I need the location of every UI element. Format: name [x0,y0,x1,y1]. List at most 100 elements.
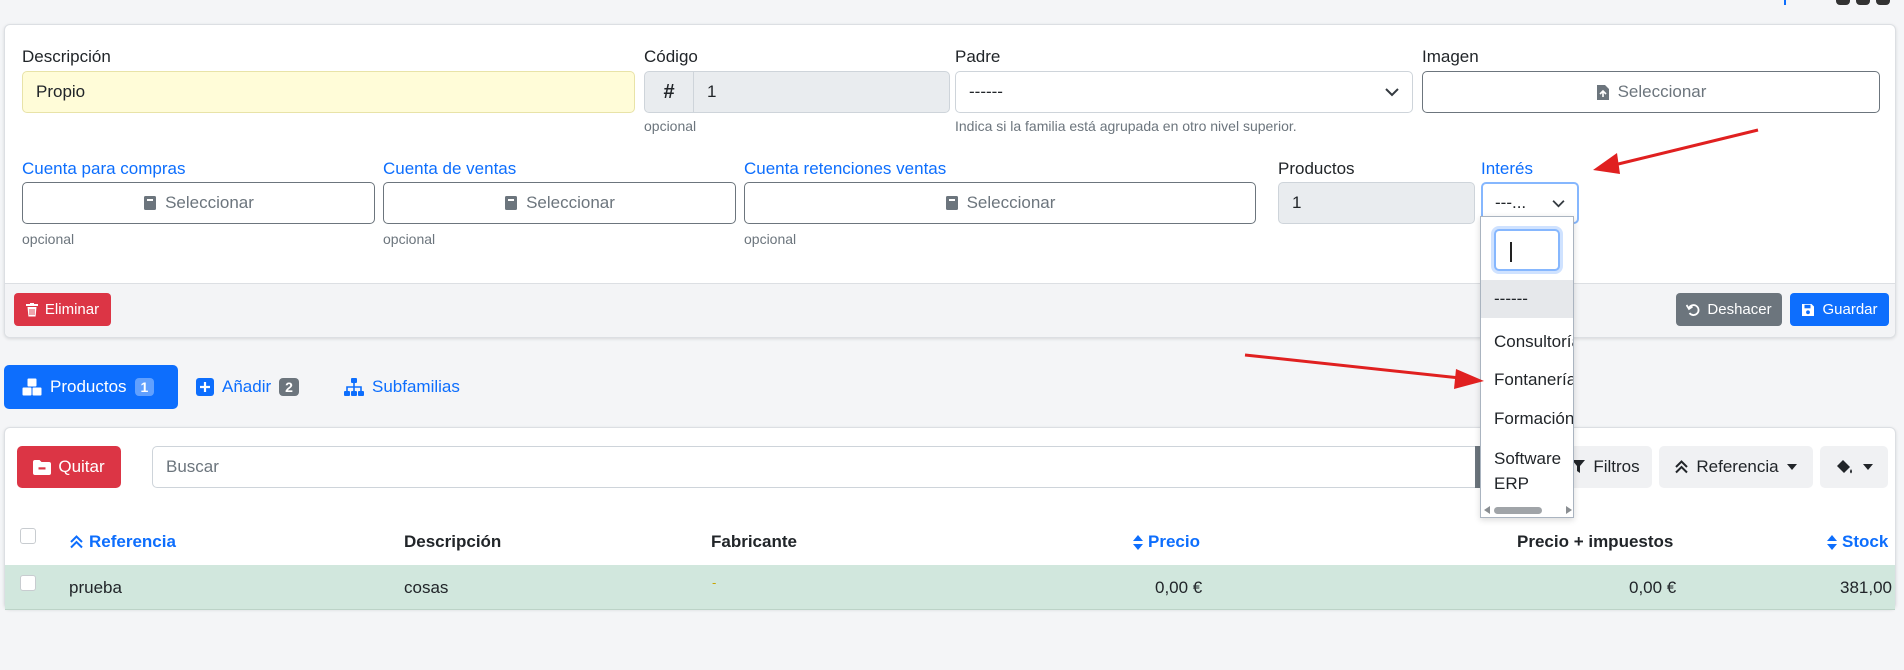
caret-down-icon [1786,464,1797,470]
annotation-arrow-icon [1244,353,1484,389]
codigo-label: Código [644,47,698,66]
dropdown-option[interactable]: Consultoría [1481,323,1573,361]
cell-fabricante: - [712,575,717,590]
scroll-thumb[interactable] [1494,507,1542,514]
filter-icon [1572,460,1586,473]
scroll-left-icon[interactable] [1484,506,1490,514]
productos-input: 1 [1278,182,1475,224]
color-fill-button[interactable] [1820,446,1888,488]
cuenta-compras-link[interactable]: Cuenta para compras [22,159,185,179]
tab-anadir-label: Añadir [222,377,272,396]
tab-productos-label: Productos [50,377,127,396]
cuenta-ventas-link[interactable]: Cuenta de ventas [383,159,516,179]
guardar-label: Guardar [1822,301,1878,318]
productos-label: Productos [1278,159,1355,178]
cuenta-ventas-help: opcional [383,231,436,247]
col-referencia[interactable]: Referencia [70,532,176,552]
quitar-button[interactable]: Quitar [17,446,121,488]
interes-link[interactable]: Interés [1481,159,1533,179]
col-precio[interactable]: Precio [1133,532,1200,552]
eliminar-button[interactable]: Eliminar [14,293,111,326]
top-right-dots-icon[interactable] [1836,0,1896,5]
tab-productos-badge: 1 [134,378,155,396]
referencia-sort-button[interactable]: Referencia [1659,446,1813,488]
text-caret [1510,242,1512,262]
chevron-down-icon [1552,199,1565,207]
deshacer-button[interactable]: Deshacer [1676,293,1782,326]
cuenta-retenciones-button-label: Seleccionar [966,193,1056,212]
imagen-label: Imagen [1422,47,1479,66]
boxes-icon [22,378,42,396]
book-icon [144,196,157,210]
dropdown-horizontal-scrollbar[interactable] [1481,503,1573,517]
padre-select[interactable]: ------ [955,71,1413,113]
table-row[interactable]: prueba cosas - 0,00 € 0,00 € 381,00 [5,565,1895,610]
deshacer-label: Deshacer [1707,301,1772,318]
double-chevron-up-icon [70,535,83,549]
imagen-button-label: Seleccionar [1617,82,1707,101]
padre-value: ------ [969,82,1003,101]
cuenta-retenciones-link[interactable]: Cuenta retenciones ventas [744,159,946,179]
col-fabricante[interactable]: Fabricante [711,532,797,552]
cell-stock: 381,00 [1840,578,1892,597]
caret-down-icon [1863,464,1873,470]
eliminar-label: Eliminar [44,301,100,318]
cuenta-ventas-button[interactable]: Seleccionar [383,182,736,224]
tab-productos[interactable]: Productos 1 [4,365,178,409]
guardar-button[interactable]: Guardar [1790,293,1889,326]
double-chevron-up-icon [1675,460,1689,474]
interes-dropdown[interactable]: ------ Consultoría Fontanería Formación … [1480,216,1574,518]
card-footer: Eliminar Deshacer Guardar [5,283,1895,337]
col-stock[interactable]: Stock [1827,532,1888,552]
cuenta-ventas-button-label: Seleccionar [526,193,615,212]
descripcion-input[interactable]: Propio [22,71,635,113]
family-edit-card: Descripción Propio Código # 1 opcional P… [4,24,1896,338]
file-upload-icon [1596,84,1609,100]
cuenta-compras-help: opcional [22,231,75,247]
cuenta-compras-button[interactable]: Seleccionar [22,182,375,224]
tab-subfamilias[interactable]: Subfamilias [326,365,478,409]
dropdown-option[interactable]: Formación [1481,400,1573,438]
tab-anadir[interactable]: Añadir 2 [178,365,317,409]
filtros-label: Filtros [1593,457,1640,476]
products-list-card: Quitar Buscar Filtros Referencia Referen… [4,427,1896,610]
codigo-help: opcional [644,118,697,134]
cell-descripcion: cosas [404,578,449,597]
col-descripcion[interactable]: Descripción [404,532,501,552]
descripcion-label: Descripción [22,47,111,66]
col-precio-impuestos[interactable]: Precio + impuestos [1517,532,1673,552]
undo-icon [1686,303,1700,316]
referencia-sort-label: Referencia [1696,457,1779,476]
book-icon [945,196,958,210]
padre-help: Indica si la familia está agrupada en ot… [955,118,1297,134]
codigo-input[interactable]: 1 [693,71,950,113]
dropdown-option[interactable]: Software ERP [1481,446,1561,496]
codigo-value: 1 [707,82,717,101]
productos-value: 1 [1292,193,1302,212]
cuenta-retenciones-button[interactable]: Seleccionar [744,182,1256,224]
folder-minus-icon [33,459,52,475]
paint-bucket-icon [1837,460,1852,474]
tab-anadir-badge: 2 [279,378,299,396]
col-stock-label: Stock [1842,532,1889,551]
col-precio-label: Precio [1148,532,1200,551]
hash-icon: # [644,71,694,113]
dropdown-option[interactable]: ------ [1481,280,1573,318]
dropdown-search-input[interactable] [1494,229,1560,271]
select-all-checkbox[interactable] [20,528,36,544]
scroll-right-icon[interactable] [1566,506,1572,514]
padre-label: Padre [955,47,1001,66]
plus-square-icon [196,378,214,396]
row-checkbox[interactable] [20,575,36,591]
search-input[interactable]: Buscar [152,446,1482,488]
imagen-select-button[interactable]: Seleccionar [1422,71,1880,113]
chevron-down-icon [1385,88,1399,97]
save-icon [1802,303,1815,316]
interes-value: ---... [1495,193,1527,212]
cuenta-compras-button-label: Seleccionar [165,193,254,212]
cell-referencia: prueba [69,578,122,597]
quitar-label: Quitar [58,457,105,476]
cell-precio: 0,00 € [1155,578,1203,597]
dropdown-option[interactable]: Fontanería [1481,361,1573,399]
search-placeholder: Buscar [166,457,219,476]
